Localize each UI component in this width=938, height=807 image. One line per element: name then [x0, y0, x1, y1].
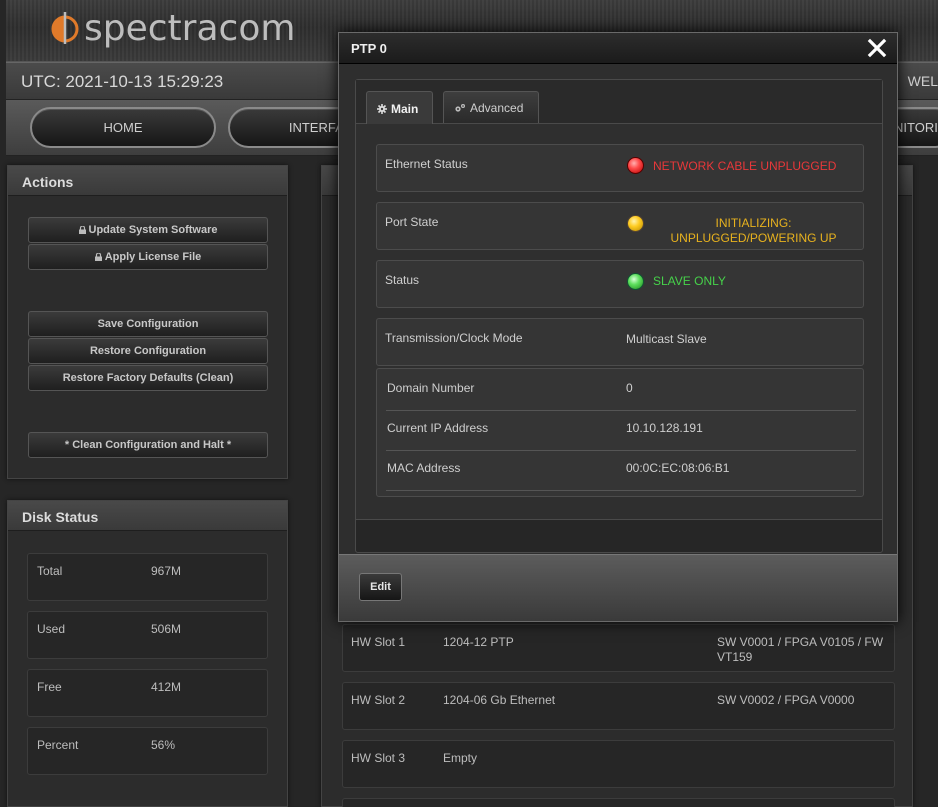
hw-slot-row: HW Slot 2 1204-06 Gb Ethernet SW V0002 /… [342, 682, 895, 730]
ethernet-status-label: Ethernet Status [385, 157, 468, 171]
hw-slot-module: 1204-12 PTP [443, 635, 514, 649]
utc-clock: UTC: 2021-10-13 15:29:23 [21, 72, 224, 91]
hw-slot-name: HW Slot 1 [351, 635, 406, 649]
ethernet-status-row: Ethernet Status NETWORK CABLE UNPLUGGED [376, 144, 864, 192]
ip-address-value: 10.10.128.191 [626, 421, 703, 435]
dialog-title: PTP 0 [351, 41, 387, 56]
port-state-line-2: UNPLUGGED/POWERING UP [670, 231, 837, 245]
nav-home[interactable]: HOME [30, 107, 216, 148]
disk-label: Used [37, 622, 66, 636]
tab-advanced[interactable]: Advanced [443, 91, 539, 123]
disk-row-percent: Percent 56% [27, 727, 268, 775]
dialog-titlebar: PTP 0 [339, 33, 897, 64]
hw-slot-name: HW Slot 2 [351, 693, 406, 707]
tab-pane: Main Advanced Ethernet Status NETWORK CA… [355, 79, 883, 553]
port-state-row: Port State INITIALIZING: UNPLUGGED/POWER… [376, 202, 864, 250]
brand-name: spectracom [84, 7, 296, 49]
disk-row-used: Used 506M [27, 611, 268, 659]
update-software-button[interactable]: Update System Software [28, 217, 268, 243]
disk-label: Free [37, 680, 62, 694]
clock-mode-label: Transmission/Clock Mode [385, 331, 523, 345]
tab-strip: Main Advanced [356, 80, 882, 125]
edit-button[interactable]: Edit [359, 573, 402, 601]
restore-configuration-button[interactable]: Restore Configuration [28, 338, 268, 364]
disk-value: 56% [151, 738, 176, 752]
apply-license-label: Apply License File [104, 251, 202, 263]
hw-slot-version: SW V0002 / FPGA V0000 [717, 693, 855, 707]
gears-icon [454, 103, 466, 113]
tab-main[interactable]: Main [366, 91, 433, 125]
brand-logo: spectracom [50, 7, 296, 49]
tab-main-label: Main [391, 101, 419, 116]
disk-row-free: Free 412M [27, 669, 268, 717]
clock-mode-value: Multicast Slave [626, 332, 707, 346]
status-led-yellow-icon [627, 215, 644, 232]
disk-value: 506M [151, 622, 182, 636]
disk-label: Total [37, 564, 63, 578]
status-label: Status [385, 273, 420, 287]
disk-status-title: Disk Status [8, 501, 287, 531]
welcome-text: WEL [907, 73, 938, 89]
mac-address-label: MAC Address [387, 461, 461, 475]
lock-icon [78, 225, 86, 234]
actions-panel: Actions Update System Software Apply Lic… [7, 165, 288, 479]
domain-number-value: 0 [626, 381, 633, 395]
disk-value: 412M [151, 680, 182, 694]
apply-license-button[interactable]: Apply License File [28, 244, 268, 270]
update-software-label: Update System Software [88, 224, 218, 236]
ip-address-row: Current IP Address 10.10.128.191 [386, 411, 856, 451]
status-led-green-icon [627, 273, 644, 290]
domain-number-label: Domain Number [387, 381, 475, 395]
clean-config-halt-button[interactable]: * Clean Configuration and Halt * [28, 432, 268, 458]
ptp-dialog: PTP 0 Main Advanced Ethernet Status NETW… [338, 32, 898, 622]
save-configuration-button[interactable]: Save Configuration [28, 311, 268, 337]
spectracom-logo-icon [50, 11, 80, 45]
disk-label: Percent [37, 738, 79, 752]
mac-address-value: 00:0C:EC:08:06:B1 [626, 461, 730, 475]
clock-mode-row: Transmission/Clock Mode Multicast Slave [376, 318, 864, 366]
ethernet-status-value: NETWORK CABLE UNPLUGGED [653, 159, 837, 173]
status-value: SLAVE ONLY [653, 274, 726, 288]
hw-slot-row: HW Slot 1 1204-12 PTP SW V0001 / FPGA V0… [342, 624, 895, 672]
port-state-value: INITIALIZING: UNPLUGGED/POWERING UP [653, 216, 854, 246]
network-info-group: Domain Number 0 Current IP Address 10.10… [376, 368, 864, 497]
status-led-red-icon [627, 157, 644, 174]
disk-value: 967M [151, 564, 182, 578]
hw-slot-name: HW Slot 3 [351, 751, 406, 765]
hw-slot-row [342, 798, 895, 807]
port-state-line-1: INITIALIZING: [715, 216, 792, 230]
hw-slot-module: 1204-06 Gb Ethernet [443, 693, 556, 707]
restore-factory-defaults-button[interactable]: Restore Factory Defaults (Clean) [28, 365, 268, 391]
dialog-footer: Edit [339, 554, 897, 621]
close-icon[interactable] [867, 38, 887, 58]
gear-icon [377, 103, 387, 114]
ip-address-label: Current IP Address [387, 421, 489, 435]
disk-status-panel: Disk Status Total 967M Used 506M Free 41… [7, 500, 288, 807]
domain-number-row: Domain Number 0 [386, 371, 856, 411]
mac-address-row: MAC Address 00:0C:EC:08:06:B1 [386, 451, 856, 491]
hw-slot-row: HW Slot 3 Empty [342, 740, 895, 788]
port-state-label: Port State [385, 215, 439, 229]
actions-title: Actions [8, 166, 287, 196]
hw-slot-module: Empty [443, 751, 478, 765]
dialog-body: Main Advanced Ethernet Status NETWORK CA… [339, 64, 897, 554]
disk-row-total: Total 967M [27, 553, 268, 601]
lock-icon [94, 252, 102, 261]
status-row: Status SLAVE ONLY [376, 260, 864, 308]
tab-advanced-label: Advanced [470, 100, 524, 115]
hw-slot-version: SW V0001 / FPGA V0105 / FW VT159 [717, 635, 884, 664]
tab-content-main: Ethernet Status NETWORK CABLE UNPLUGGED … [356, 124, 882, 520]
